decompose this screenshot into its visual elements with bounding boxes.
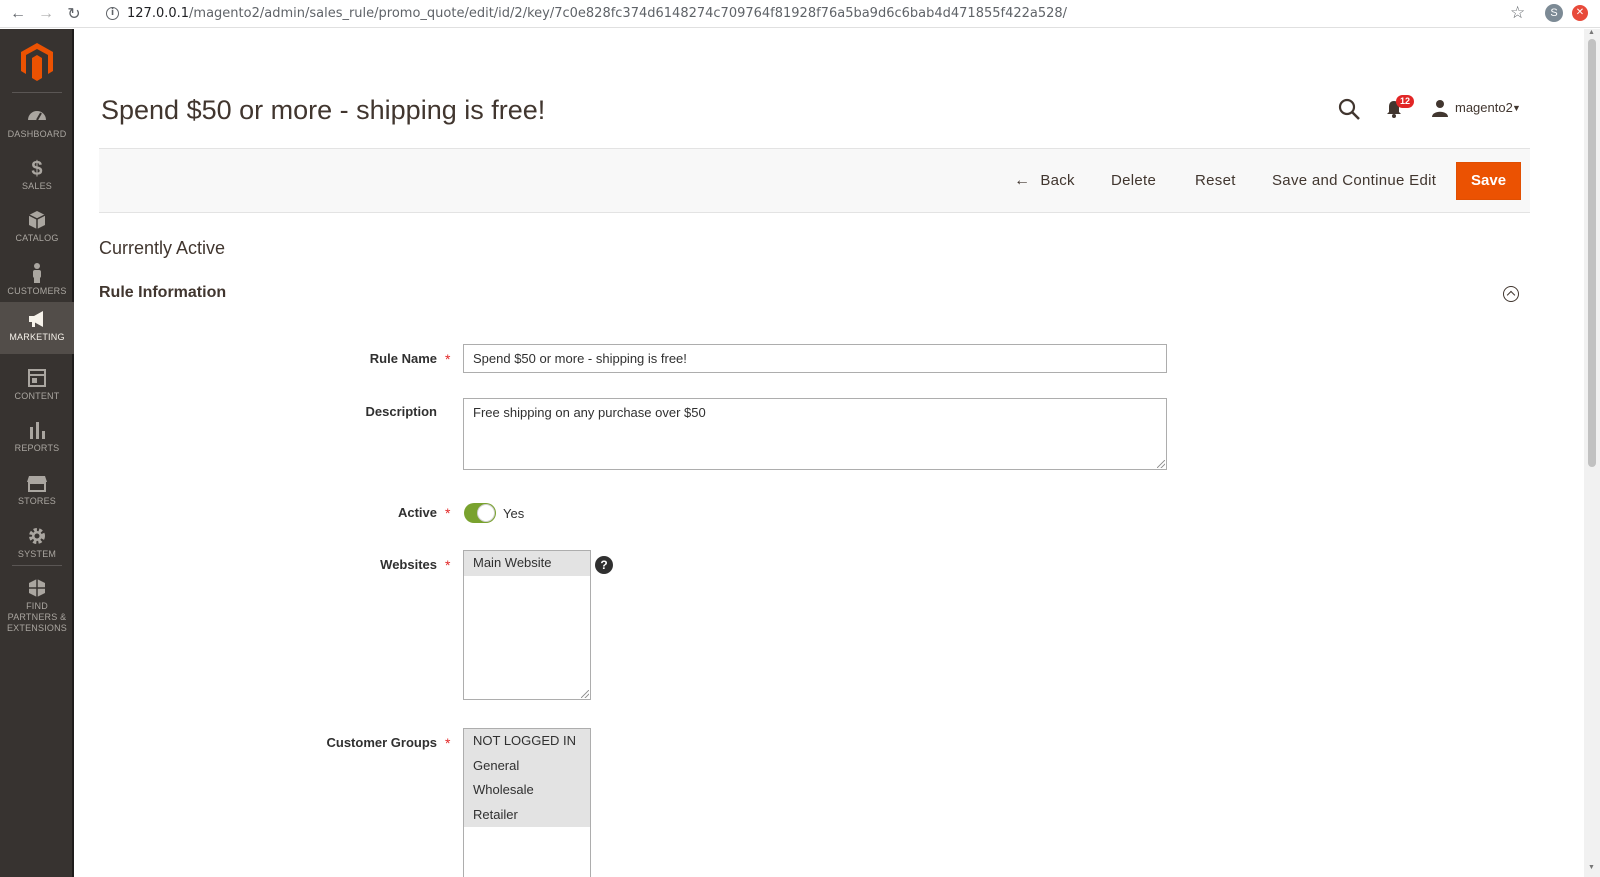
scroll-up-arrow-icon[interactable]: ▲	[1588, 29, 1595, 36]
sidebar-divider	[12, 565, 62, 566]
svg-text:$: $	[31, 158, 42, 179]
delete-button[interactable]: Delete	[1111, 163, 1156, 199]
cubes-icon	[29, 579, 45, 597]
magento-logo-icon[interactable]	[18, 41, 56, 81]
url-host: 127.0.0.1	[127, 6, 190, 21]
sidebar-item-label: Reports	[14, 443, 60, 453]
dashboard-icon	[28, 111, 46, 121]
active-toggle[interactable]	[464, 503, 496, 523]
sidebar-item-customers[interactable]: Customers	[0, 256, 74, 308]
sidebar-item-label: Catalog	[15, 233, 59, 243]
arrow-left-icon: ←	[1014, 172, 1031, 189]
sidebar-item-reports[interactable]: Reports	[0, 413, 74, 465]
sidebar-item-stores[interactable]: Stores	[0, 466, 74, 518]
sidebar-item-catalog[interactable]: Catalog	[0, 203, 74, 255]
search-icon[interactable]	[1337, 97, 1361, 121]
customer-group-option[interactable]: Retailer	[464, 802, 590, 827]
active-toggle-value: Yes	[503, 506, 525, 521]
sidebar-item-label: Dashboard	[7, 129, 67, 139]
url-path: /magento2/admin/sales_rule/promo_quote/e…	[189, 6, 1068, 21]
forward-nav-icon[interactable]: →	[36, 4, 56, 24]
person-icon	[33, 263, 41, 283]
description-value: Free shipping on any purchase over $50	[473, 405, 706, 420]
sidebar-item-system[interactable]: System	[0, 519, 74, 571]
main-content: Spend $50 or more - shipping is free! 12…	[74, 29, 1600, 877]
megaphone-icon	[29, 311, 43, 327]
sidebar-item-label: Sales	[21, 181, 53, 191]
notification-badge[interactable]: 12	[1396, 95, 1415, 108]
sidebar-item-content[interactable]: Content	[0, 361, 74, 413]
scrollbar-thumb[interactable]	[1588, 39, 1596, 467]
customer-groups-multiselect[interactable]: NOT LOGGED IN General Wholesale Retailer	[463, 728, 591, 877]
customer-group-option[interactable]: NOT LOGGED IN	[464, 729, 590, 754]
back-button[interactable]: ← Back	[1014, 163, 1075, 199]
sidebar-item-marketing[interactable]: Marketing	[0, 302, 74, 354]
help-icon[interactable]: ?	[595, 556, 613, 574]
bookmark-star-icon[interactable]: ☆	[1510, 3, 1525, 23]
admin-sidebar: Dashboard $ Sales Catalog Customers Mark…	[0, 29, 74, 877]
save-button[interactable]: Save	[1456, 162, 1522, 200]
active-label: Active	[397, 505, 437, 520]
sidebar-item-label: Stores	[17, 496, 57, 506]
page-title: Spend $50 or more - shipping is free!	[101, 95, 546, 125]
description-textarea[interactable]: Free shipping on any purchase over $50	[463, 398, 1167, 470]
required-asterisk: *	[445, 735, 451, 751]
rule-name-input[interactable]: Spend $50 or more - shipping is free!	[463, 344, 1167, 373]
scroll-down-arrow-icon[interactable]: ▼	[1588, 864, 1595, 871]
address-bar[interactable]: 127.0.0.1/magento2/admin/sales_rule/prom…	[127, 6, 1067, 21]
websites-option-main[interactable]: Main Website	[464, 551, 590, 576]
sidebar-item-label: Customers	[7, 286, 67, 296]
customer-group-option[interactable]: Wholesale	[464, 778, 590, 803]
sidebar-item-sales[interactable]: $ Sales	[0, 151, 74, 203]
toggle-knob	[477, 504, 495, 522]
logo-divider	[12, 92, 62, 93]
user-menu[interactable]: magento2	[1455, 100, 1513, 115]
customer-groups-label: Customer Groups	[326, 735, 437, 750]
required-asterisk: *	[445, 557, 451, 573]
sidebar-item-label: Marketing	[9, 332, 65, 342]
layout-icon	[28, 369, 46, 387]
websites-label: Websites	[380, 557, 437, 572]
sidebar-item-dashboard[interactable]: Dashboard	[0, 99, 74, 151]
section-title[interactable]: Rule Information	[99, 284, 226, 302]
profile-avatar[interactable]: S	[1545, 4, 1563, 22]
back-nav-icon[interactable]: ←	[8, 4, 28, 24]
dollar-icon: $	[31, 158, 42, 179]
back-button-label: Back	[1040, 172, 1075, 189]
sidebar-item-partners[interactable]: Find Partners & Extensions	[0, 571, 74, 633]
page-actions-bar: ← Back Delete Reset Save and Continue Edi…	[99, 148, 1530, 213]
rule-name-label: Rule Name	[369, 351, 437, 366]
extension-icon[interactable]: ✕	[1572, 5, 1588, 21]
store-icon	[27, 476, 47, 492]
chevron-down-icon[interactable]: ▼	[1512, 103, 1521, 113]
reload-icon[interactable]: ↻	[64, 4, 84, 24]
rule-status-heading: Currently Active	[99, 238, 226, 258]
required-asterisk: *	[445, 505, 451, 521]
sidebar-item-label: Content	[14, 391, 60, 401]
user-icon[interactable]	[1431, 99, 1449, 117]
page-scrollbar[interactable]: ▲ ▼	[1584, 29, 1600, 877]
save-and-continue-button[interactable]: Save and Continue Edit	[1272, 163, 1436, 199]
bar-chart-icon	[30, 422, 45, 439]
customer-group-option[interactable]: General	[464, 753, 590, 778]
sidebar-item-label: System	[17, 549, 57, 559]
site-info-icon[interactable]: i	[106, 7, 119, 20]
required-asterisk: *	[445, 351, 451, 367]
gear-icon	[29, 528, 45, 544]
description-label: Description	[365, 404, 437, 419]
reset-button[interactable]: Reset	[1195, 163, 1236, 199]
resize-grip-icon[interactable]	[581, 690, 589, 698]
sidebar-item-label: Find Partners & Extensions	[6, 601, 67, 633]
browser-toolbar: ← → ↻ i 127.0.0.1/magento2/admin/sales_r…	[0, 0, 1600, 28]
chevron-up-circle-icon[interactable]	[1503, 286, 1519, 302]
websites-multiselect[interactable]: Main Website	[463, 550, 591, 700]
resize-grip-icon[interactable]	[1157, 460, 1165, 468]
box-icon	[28, 211, 46, 229]
